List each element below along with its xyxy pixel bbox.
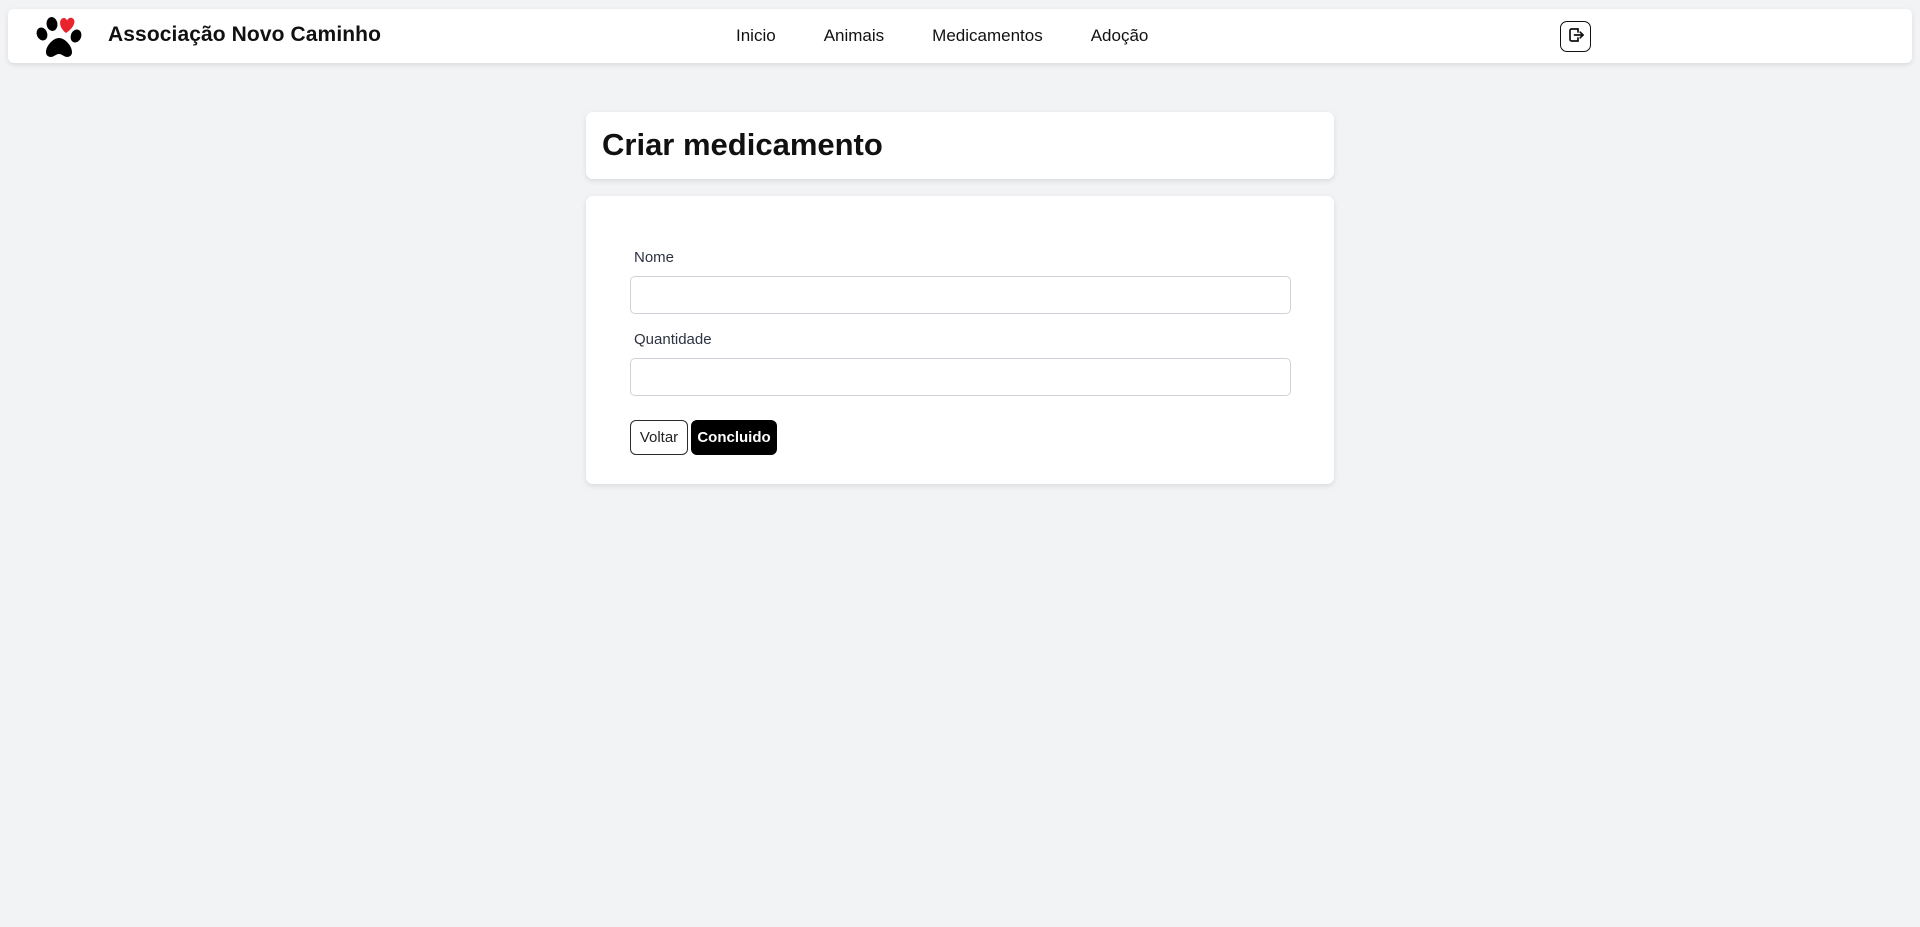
page-title-card: Criar medicamento [586,112,1334,179]
logout-button[interactable] [1560,21,1591,52]
main-nav: Inicio Animais Medicamentos Adoção [736,26,1148,46]
nav-link-inicio[interactable]: Inicio [736,26,776,46]
logout-icon [1567,26,1585,47]
brand-name[interactable]: Associação Novo Caminho [108,23,381,47]
nav-link-animais[interactable]: Animais [824,26,884,46]
nav-link-adocao[interactable]: Adoção [1091,26,1149,46]
name-input[interactable] [630,276,1291,314]
submit-button[interactable]: Concluido [691,420,777,455]
paw-heart-logo-icon[interactable] [34,14,84,60]
page-title: Criar medicamento [602,127,883,162]
quantity-input[interactable] [630,358,1291,396]
name-field-label: Nome [634,249,675,266]
create-medication-form: Nome Quantidade Voltar Concluido [586,196,1334,484]
nav-link-medicamentos[interactable]: Medicamentos [932,26,1043,46]
quantity-field-label: Quantidade [634,331,712,348]
top-navbar: Associação Novo Caminho Inicio Animais M… [8,9,1912,63]
back-button[interactable]: Voltar [630,420,688,455]
